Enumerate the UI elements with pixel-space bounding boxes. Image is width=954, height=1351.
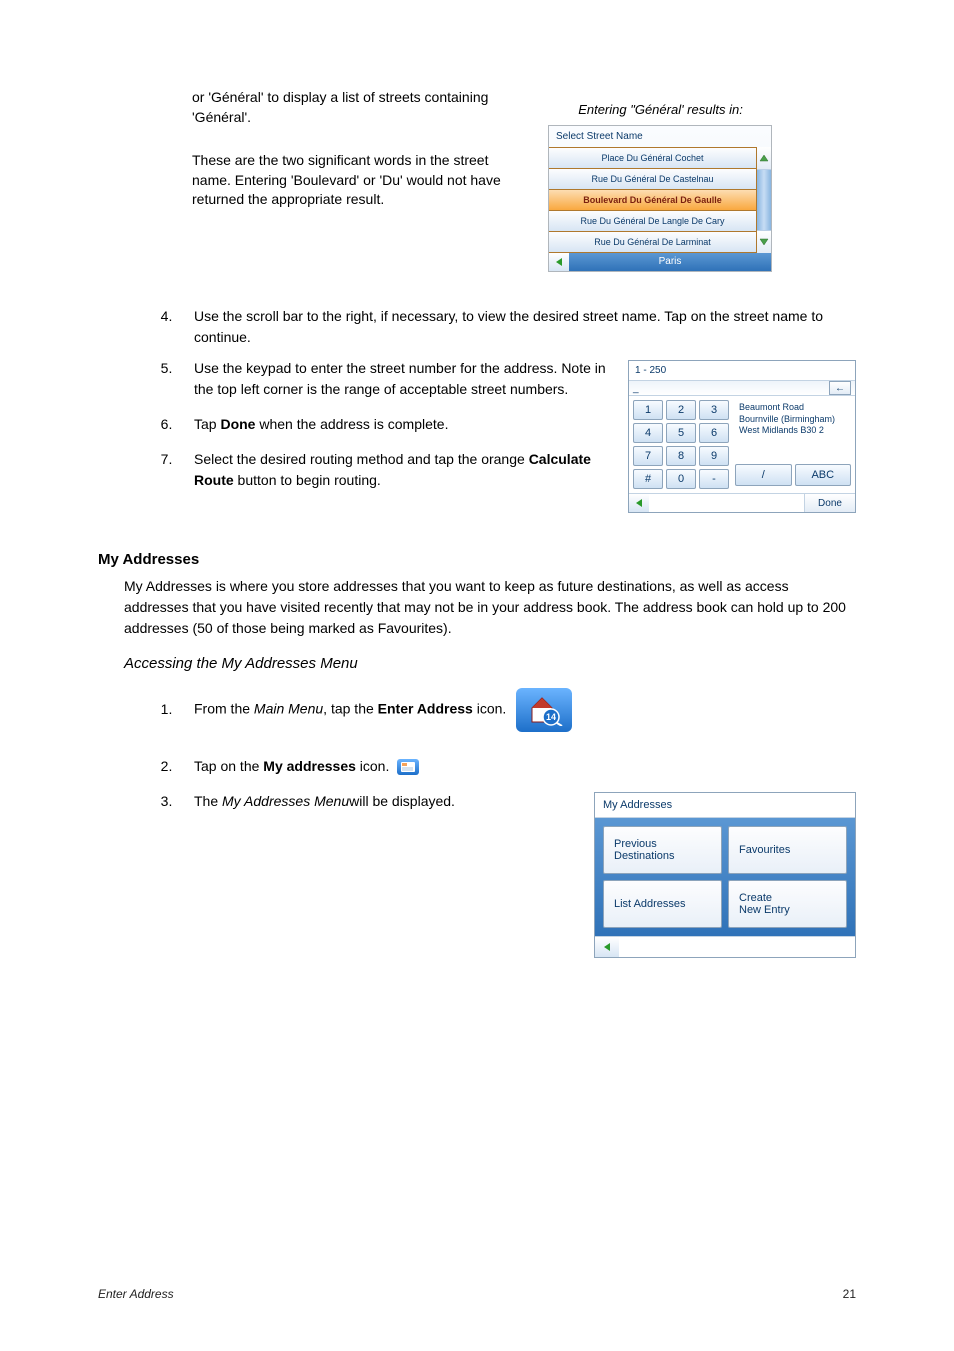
- step-5: Use the keypad to enter the street numbe…: [184, 358, 608, 400]
- backspace-button[interactable]: ←: [829, 381, 851, 395]
- my-addresses-menu-button[interactable]: List Addresses: [603, 880, 722, 928]
- keypad-key[interactable]: 5: [666, 423, 696, 443]
- key-abc[interactable]: ABC: [795, 464, 852, 486]
- accessing-subhead: Accessing the My Addresses Menu: [124, 655, 856, 672]
- scroll-up-icon[interactable]: [757, 147, 771, 170]
- street-row[interactable]: Rue Du Général De Castelnau: [549, 168, 756, 189]
- enter-address-icon: 14: [516, 688, 572, 732]
- footer-page-number: 21: [843, 1287, 856, 1301]
- keypad-range: 1 - 250: [629, 361, 855, 380]
- keypad-key[interactable]: 2: [666, 400, 696, 420]
- step-7: Select the desired routing method and ta…: [184, 449, 608, 491]
- street-scrollbar[interactable]: [756, 147, 771, 253]
- keypad-back-button[interactable]: [629, 494, 649, 512]
- street-row[interactable]: Boulevard Du Général De Gaulle: [549, 189, 756, 210]
- my-addresses-menu-button[interactable]: Favourites: [728, 826, 847, 874]
- step-6: Tap Done when the address is complete.: [184, 414, 608, 435]
- key-slash[interactable]: /: [735, 464, 792, 486]
- street-caption: Entering "Général' results in:: [548, 102, 773, 117]
- keypad-key[interactable]: 7: [633, 446, 663, 466]
- my-addresses-menu-button[interactable]: Create New Entry: [728, 880, 847, 928]
- my-addresses-screen: My Addresses Previous DestinationsFavour…: [594, 792, 856, 958]
- my-addresses-screen-header: My Addresses: [595, 793, 855, 818]
- access-step-3: The My Addresses Menuwill be displayed.: [184, 791, 574, 812]
- street-row[interactable]: Rue Du Général De Larminat: [549, 231, 756, 252]
- keypad-key[interactable]: 4: [633, 423, 663, 443]
- keypad-screen: 1 - 250 _ ← 123 456 789 #0- Beaumont RoadBo…: [628, 360, 856, 513]
- keypad-input[interactable]: _: [633, 383, 639, 394]
- intro-paragraph-2: These are the two significant words in t…: [192, 151, 518, 210]
- select-street-screen: Select Street Name Place Du Général Coch…: [548, 125, 772, 272]
- my-addresses-heading: My Addresses: [98, 551, 856, 568]
- keypad-key[interactable]: 0: [666, 469, 696, 489]
- street-row[interactable]: Place Du Général Cochet: [549, 148, 756, 168]
- street-row[interactable]: Rue Du Général De Langle De Cary: [549, 210, 756, 231]
- my-addresses-menu-button[interactable]: Previous Destinations: [603, 826, 722, 874]
- keypad-key[interactable]: 8: [666, 446, 696, 466]
- keypad-key[interactable]: 1: [633, 400, 663, 420]
- access-step-2: Tap on the My addresses icon.: [184, 756, 574, 777]
- my-addresses-icon: [397, 759, 419, 775]
- step-4: Use the scroll bar to the right, if nece…: [184, 306, 856, 348]
- keypad-key[interactable]: 3: [699, 400, 729, 420]
- my-addresses-back-button[interactable]: [595, 937, 619, 957]
- keypad-key[interactable]: 9: [699, 446, 729, 466]
- access-step-1: From the Main Menu, tap the Enter Addres…: [184, 688, 574, 732]
- keypad-done-button[interactable]: Done: [804, 494, 855, 512]
- svg-text:14: 14: [546, 712, 556, 722]
- keypad-key[interactable]: #: [633, 469, 663, 489]
- intro-paragraph-1: or 'Général' to display a list of street…: [192, 88, 518, 127]
- footer-section: Enter Address: [98, 1287, 174, 1301]
- scroll-track[interactable]: [757, 170, 771, 230]
- street-back-button[interactable]: [549, 253, 569, 271]
- keypad-key[interactable]: 6: [699, 423, 729, 443]
- select-street-header: Select Street Name: [549, 126, 771, 147]
- keypad-address-preview: Beaumont RoadBournville (Birmingham)West…: [735, 400, 851, 464]
- my-addresses-body: My Addresses is where you store addresse…: [124, 576, 856, 639]
- keypad-key[interactable]: -: [699, 469, 729, 489]
- scroll-down-icon[interactable]: [757, 230, 771, 253]
- street-city-label: Paris: [569, 253, 771, 271]
